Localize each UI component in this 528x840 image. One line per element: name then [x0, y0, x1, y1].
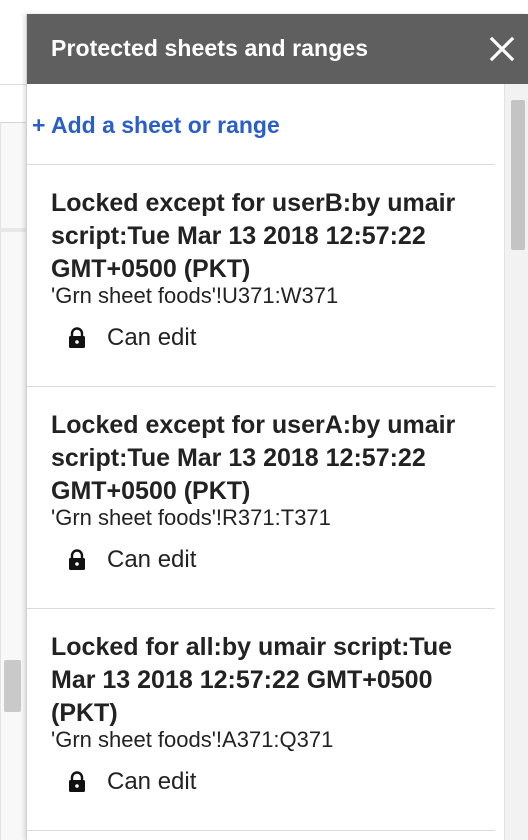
protection-range: 'Grn sheet foods'!U371:W371 [51, 283, 339, 308]
permission-label: Can edit [107, 546, 197, 573]
protected-ranges-panel: Protected sheets and ranges + Add a shee… [26, 14, 528, 840]
protection-range: 'Grn sheet foods'!A371:Q371 [51, 727, 334, 752]
spreadsheet-background [0, 0, 26, 840]
lock-icon [67, 549, 87, 571]
panel-body: + Add a sheet or range Locked except for… [27, 84, 505, 840]
permission-row: Can edit [67, 767, 196, 797]
sheet-scrollbar-thumb[interactable] [4, 660, 21, 712]
panel-header: Protected sheets and ranges [27, 14, 528, 84]
panel-scrollbar-thumb[interactable] [511, 100, 525, 250]
permission-label: Can edit [107, 324, 197, 351]
lock-icon [67, 771, 87, 793]
add-sheet-or-range-link[interactable]: + Add a sheet or range [32, 112, 280, 139]
protected-range-item[interactable]: Locked except for userA:by umair script:… [27, 387, 495, 609]
protection-range: 'Grn sheet foods'!R371:T371 [51, 505, 331, 530]
permission-row: Can edit [67, 323, 196, 353]
close-button[interactable] [485, 32, 519, 66]
permission-label: Can edit [107, 768, 197, 795]
protection-description: Locked for all:by umair script:Tue Mar 1… [51, 633, 453, 727]
panel-title: Protected sheets and ranges [51, 35, 369, 61]
lock-icon [67, 327, 87, 349]
grid-row-line [0, 228, 26, 232]
close-icon [489, 36, 515, 62]
permission-row: Can edit [67, 545, 196, 575]
protection-description: Locked except for userB:by umair script:… [51, 189, 456, 283]
toolbar-divider [0, 84, 26, 85]
app-root: Protected sheets and ranges + Add a shee… [0, 0, 528, 840]
protected-range-item[interactable]: Locked for all:by umair script:Tue Mar 1… [27, 609, 495, 831]
divider [27, 830, 495, 831]
protected-range-item[interactable]: Locked except for userB:by umair script:… [27, 165, 495, 387]
protection-description: Locked except for userA:by umair script:… [51, 411, 456, 505]
panel-scrollbar[interactable] [504, 84, 528, 840]
